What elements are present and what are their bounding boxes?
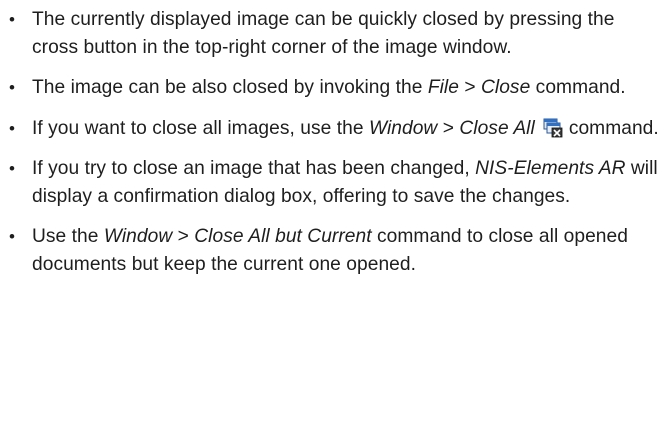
- bullet-marker: •: [9, 78, 16, 97]
- menu-separator: >: [437, 117, 460, 139]
- bullet-marker: •: [9, 118, 16, 138]
- item-text: Use the: [32, 226, 104, 247]
- item-text: command.: [568, 117, 659, 139]
- document-page: • The currently displayed image can be qu…: [0, 0, 668, 439]
- item-text: If you try to close an image that has be…: [32, 158, 476, 179]
- list-item: • If you want to close all images, use th…: [8, 115, 660, 143]
- bullet-marker: •: [9, 227, 16, 246]
- item-text: If you want to close all images, use the: [32, 117, 369, 139]
- menu-separator: >: [458, 77, 481, 98]
- close-all-windows-icon: [543, 118, 563, 138]
- bullet-marker: •: [9, 159, 16, 178]
- item-text: The image can be also closed by invoking…: [32, 77, 428, 98]
- item-text: command.: [530, 77, 626, 98]
- menu-name: File: [427, 77, 459, 98]
- menu-name: Window: [368, 117, 438, 139]
- application-name: NIS-Elements AR: [475, 158, 626, 179]
- list-item: • Use the Window > Close All but Current …: [8, 223, 660, 278]
- bullet-list: • The currently displayed image can be qu…: [8, 6, 660, 291]
- bullet-marker: •: [9, 10, 16, 29]
- list-item: • The currently displayed image can be qu…: [8, 6, 660, 61]
- command-name: Close All but Current: [194, 226, 372, 247]
- item-text: The currently displayed image can be qui…: [32, 9, 615, 58]
- command-name: Close All: [459, 117, 535, 139]
- list-item: • If you try to close an image that has b…: [8, 155, 660, 210]
- menu-separator: >: [172, 226, 195, 247]
- list-item: • The image can be also closed by invokin…: [8, 74, 660, 102]
- menu-name: Window: [103, 226, 173, 247]
- command-name: Close: [480, 77, 531, 98]
